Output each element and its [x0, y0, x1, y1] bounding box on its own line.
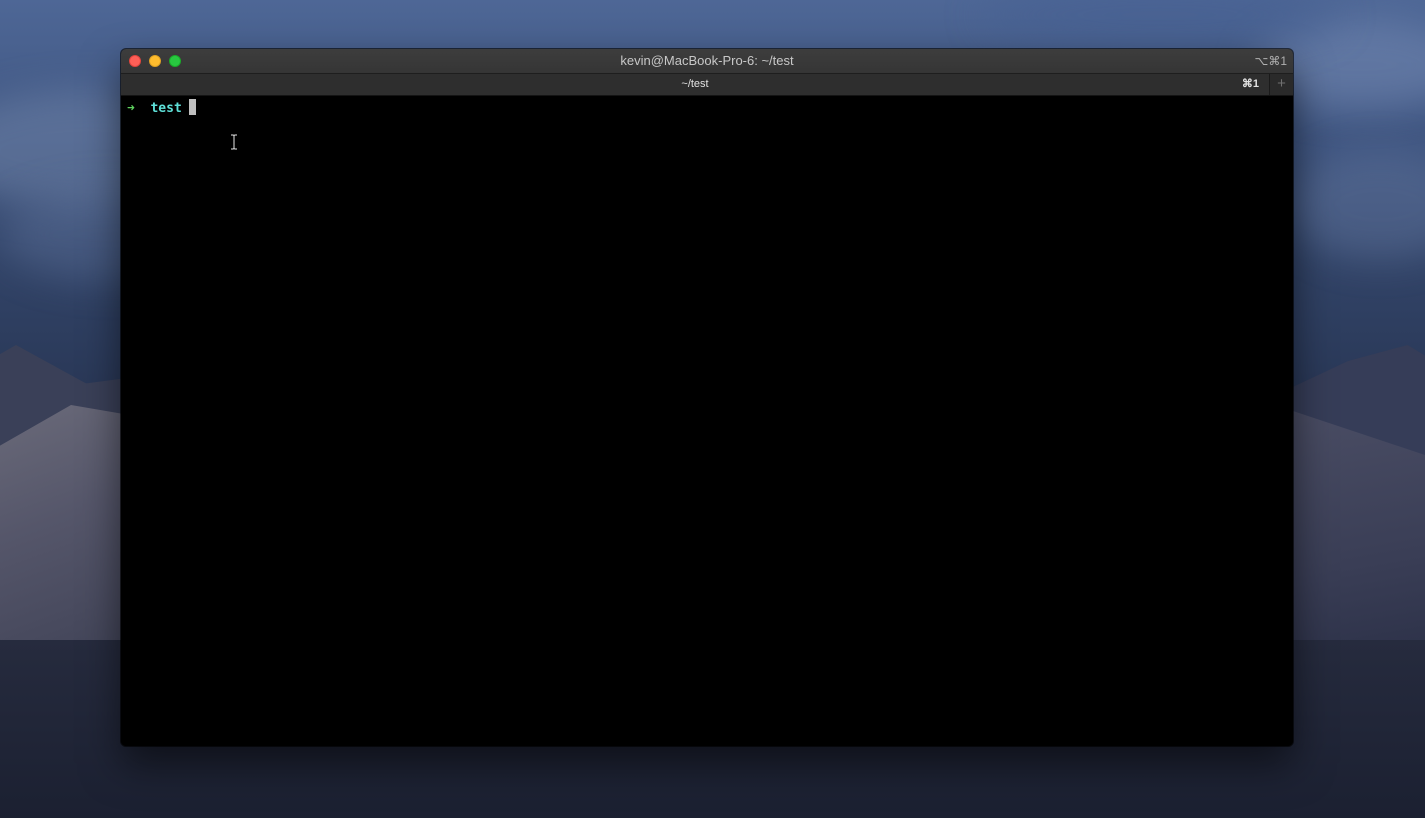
terminal-cursor [188, 99, 196, 115]
window-shortcut: ⌥⌘1 [1254, 54, 1287, 68]
tab-shortcut: ⌘1 [1241, 78, 1259, 90]
prompt-line: ➜ test [127, 99, 196, 117]
tab-test[interactable]: ~/test ⌘1 [121, 74, 1269, 95]
title-bar[interactable]: kevin@MacBook-Pro-6: ~/test ⌥⌘1 [121, 49, 1293, 74]
tab-label: ~/test [681, 78, 709, 90]
tab-bar: ~/test ⌘1 + [121, 74, 1293, 96]
window-title: kevin@MacBook-Pro-6: ~/test [620, 53, 794, 68]
terminal-window[interactable]: kevin@MacBook-Pro-6: ~/test ⌥⌘1 ~/test ⌘… [121, 49, 1293, 746]
new-tab-button[interactable]: + [1269, 74, 1293, 95]
prompt-directory: test [150, 101, 182, 116]
prompt-arrow-icon: ➜ [127, 101, 135, 116]
terminal-output-area[interactable]: ➜ test [121, 96, 1293, 746]
text-ibeam-cursor-icon [231, 134, 237, 150]
